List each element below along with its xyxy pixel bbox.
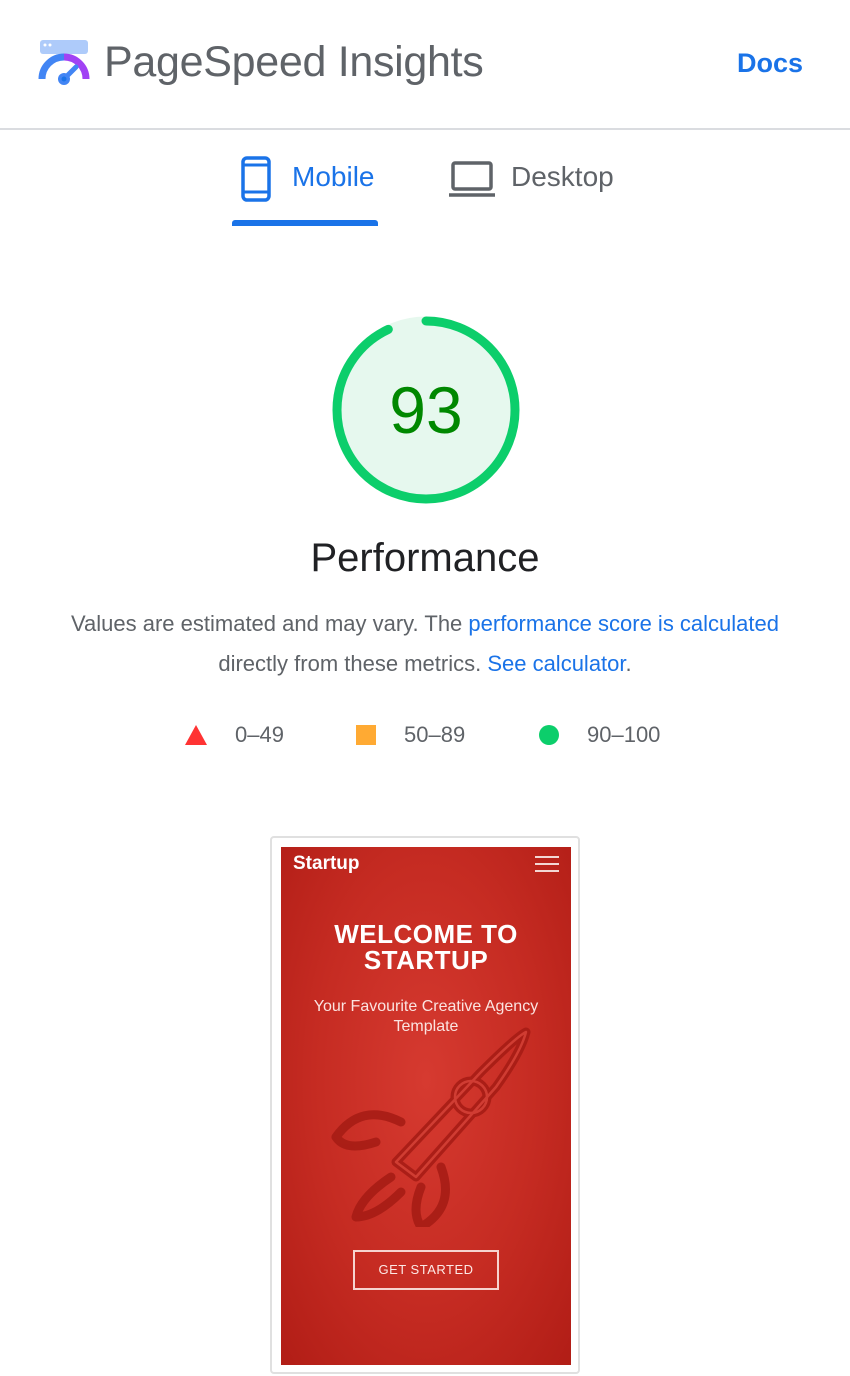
hero-title-line: WELCOME TO	[334, 919, 518, 949]
smartphone-icon	[241, 156, 271, 202]
tab-label: Desktop	[511, 161, 614, 192]
legend-label: 0–49	[235, 722, 284, 747]
laptop-icon	[449, 161, 495, 197]
see-calculator-link[interactable]: See calculator	[487, 651, 625, 676]
docs-link[interactable]: Docs	[737, 48, 803, 79]
description-text: directly from these metrics.	[218, 651, 488, 676]
orange-square-icon	[356, 725, 376, 745]
get-started-button: GET STARTED	[353, 1250, 499, 1290]
score-description: Values are estimated and may vary. The p…	[20, 604, 830, 684]
legend-label: 90–100	[587, 722, 661, 747]
red-triangle-icon	[185, 725, 207, 745]
tab-label: Mobile	[292, 161, 375, 192]
tab-desktop[interactable]: Desktop	[448, 150, 634, 226]
hero-title-line: STARTUP	[363, 945, 489, 975]
performance-score: 93	[389, 373, 463, 447]
active-tab-indicator	[232, 220, 378, 226]
performance-title: Performance	[310, 536, 540, 580]
performance-score-link[interactable]: performance score is calculated	[468, 611, 779, 636]
legend-label: 50–89	[404, 722, 466, 747]
top-header: PageSpeed Insights Docs	[0, 0, 850, 130]
rocket-icon	[331, 1027, 531, 1227]
description-text: .	[625, 651, 632, 676]
pagespeed-logo-icon[interactable]	[38, 39, 90, 89]
screenshot-viewport: Startup WELCOME TO STARTUP Your Favourit…	[281, 847, 571, 1365]
description-text: Values are estimated and may vary. The	[70, 611, 469, 636]
screenshot-hero-title: WELCOME TO STARTUP	[281, 921, 571, 973]
hamburger-menu-icon	[535, 856, 559, 874]
page-screenshot: Startup WELCOME TO STARTUP Your Favourit…	[270, 836, 580, 1374]
app-title: PageSpeed Insights	[104, 38, 484, 86]
green-circle-icon	[539, 725, 559, 745]
tab-mobile[interactable]: Mobile	[232, 150, 378, 226]
screenshot-brand: Startup	[293, 853, 360, 874]
